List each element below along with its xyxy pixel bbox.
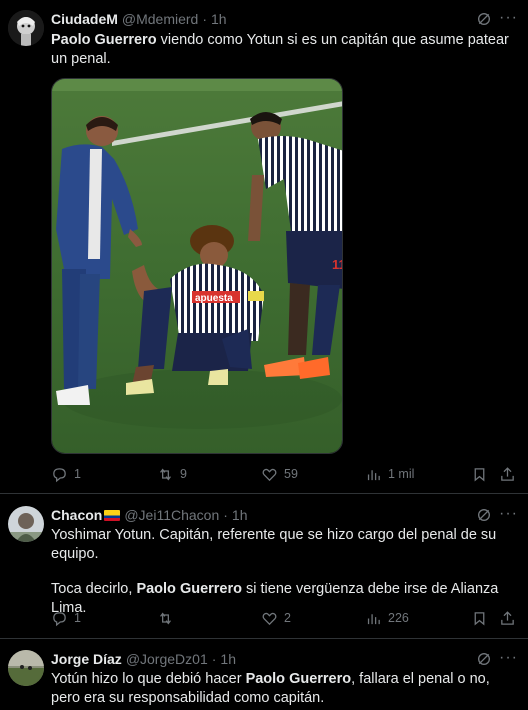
mention-bold: Paolo Guerrero xyxy=(245,671,352,687)
text-body: Toca decirlo, xyxy=(51,581,137,597)
reply-count: 1 xyxy=(74,611,81,625)
timestamp[interactable]: 1h xyxy=(220,651,236,667)
bookmark-icon xyxy=(474,467,485,482)
tweet-actions: 1 2 226 xyxy=(51,608,514,628)
views-button[interactable]: 1 mil xyxy=(365,464,414,484)
share-icon xyxy=(501,610,514,625)
tweet-photo[interactable]: apuesta 11 xyxy=(51,78,343,454)
retweet-count: 9 xyxy=(180,467,187,481)
reply-button[interactable]: 1 xyxy=(51,464,81,484)
grok-icon[interactable] xyxy=(476,11,492,27)
timestamp[interactable]: 1h xyxy=(211,11,227,27)
bookmark-button[interactable] xyxy=(471,608,488,628)
views-icon xyxy=(367,469,380,480)
user-handle[interactable]: @Jei11Chacon xyxy=(124,507,219,523)
share-icon xyxy=(501,466,514,481)
display-name[interactable]: Jorge Díaz xyxy=(51,651,122,667)
views-button[interactable]: 226 xyxy=(365,608,409,628)
football-photo: apuesta 11 xyxy=(52,79,343,453)
user-handle[interactable]: @JorgeDz01 xyxy=(126,651,208,667)
bookmark-button[interactable] xyxy=(471,464,488,484)
user-handle[interactable]: @Mdemierd xyxy=(122,11,198,27)
avatar[interactable] xyxy=(8,506,44,542)
reply-button[interactable]: 1 xyxy=(51,608,81,628)
views-count: 226 xyxy=(388,611,409,625)
flag-emoji xyxy=(104,509,121,521)
timestamp[interactable]: 1h xyxy=(232,507,248,523)
tweet-header: Chacon @Jei11Chacon · 1h xyxy=(51,505,488,525)
mention-bold: Paolo Guerrero xyxy=(136,581,242,597)
mention-bold: Paolo Guerrero xyxy=(51,32,157,48)
views-count: 1 mil xyxy=(388,467,415,481)
like-button[interactable]: 2 xyxy=(261,608,291,628)
share-button[interactable] xyxy=(499,608,516,628)
display-name[interactable]: CiudadeM xyxy=(51,11,118,27)
text-body: Yotún hizo lo que debió hacer xyxy=(51,671,246,687)
bookmark-icon xyxy=(474,611,485,626)
retweet-icon xyxy=(160,611,171,625)
separator-dot: · xyxy=(202,11,208,27)
share-button[interactable] xyxy=(499,464,516,484)
tweet-header: CiudadeM @Mdemierd · 1h xyxy=(51,9,488,29)
heart-icon xyxy=(262,612,277,625)
tweet-text: Paolo Guerrero viendo como Yotun si es u… xyxy=(51,31,514,69)
like-count: 59 xyxy=(284,467,298,481)
views-icon xyxy=(367,613,380,624)
grok-icon[interactable] xyxy=(476,651,492,667)
retweet-icon xyxy=(160,467,171,481)
reply-count: 1 xyxy=(74,467,81,481)
like-count: 2 xyxy=(284,611,291,625)
reply-icon xyxy=(53,611,66,626)
reply-icon xyxy=(53,467,66,482)
shirt-sponsor-text: apuesta xyxy=(195,293,233,304)
tweet-3[interactable]: Jorge Díaz @JorgeDz01 · 1h ··· Yotún hiz… xyxy=(0,639,528,710)
heart-icon xyxy=(262,468,277,481)
retweet-button[interactable] xyxy=(157,608,180,628)
tweet-text-line-1: Yoshimar Yotun. Capitán, referente que s… xyxy=(51,527,497,562)
grok-icon[interactable] xyxy=(476,507,492,523)
separator-dot: · xyxy=(211,651,217,667)
tweet-1[interactable]: CiudadeM @Mdemierd · 1h ··· Paolo Guerre… xyxy=(0,0,528,494)
more-icon[interactable]: ··· xyxy=(499,650,518,666)
jersey-number-text: 11 xyxy=(332,257,343,272)
avatar[interactable] xyxy=(8,650,44,686)
like-button[interactable]: 59 xyxy=(261,464,298,484)
separator-dot: · xyxy=(223,507,228,523)
more-icon[interactable]: ··· xyxy=(499,10,518,26)
tweet-header: Jorge Díaz @JorgeDz01 · 1h xyxy=(51,649,488,669)
tweet-text: Yotún hizo lo que debió hacer Paolo Guer… xyxy=(51,670,506,708)
retweet-button[interactable]: 9 xyxy=(157,464,187,484)
tweet-actions: 1 9 59 1 mil xyxy=(51,464,514,484)
tweet-2[interactable]: Chacon @Jei11Chacon · 1h ··· Yoshimar Yo… xyxy=(0,494,528,639)
more-icon[interactable]: ··· xyxy=(499,506,518,522)
display-name[interactable]: Chacon xyxy=(51,507,102,523)
avatar[interactable] xyxy=(8,10,44,46)
